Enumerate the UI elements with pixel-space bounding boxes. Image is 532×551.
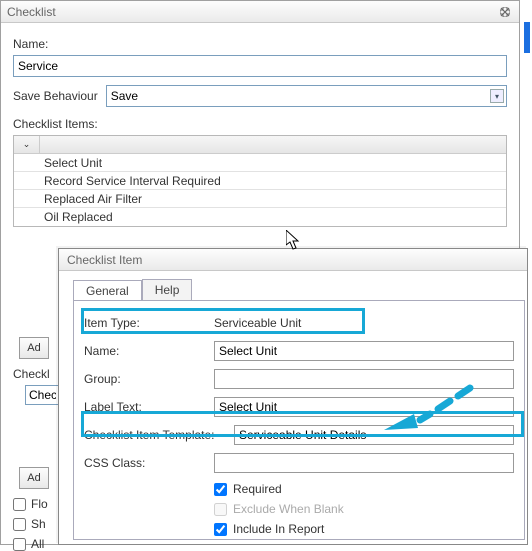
tab-help[interactable]: Help [142, 279, 193, 300]
grid-header: ⌄ [14, 136, 506, 154]
show-checkbox[interactable] [13, 518, 26, 531]
item-type-value: Serviceable Unit [214, 314, 514, 332]
list-item[interactable]: Replaced Air Filter [14, 190, 506, 208]
item-text: Replaced Air Filter [40, 192, 506, 206]
grid-rows: Select Unit Record Service Interval Requ… [14, 154, 506, 226]
allow-checkbox-row[interactable]: All [13, 537, 48, 551]
save-behaviour-select-wrap: ▾ [106, 85, 507, 107]
css-class-label: CSS Class: [84, 456, 214, 470]
expand-collapse-icon[interactable]: ⌄ [14, 136, 40, 153]
item-text: Select Unit [40, 156, 506, 170]
sub-name-input[interactable] [214, 341, 514, 361]
save-behaviour-row: Save Behaviour ▾ [13, 85, 507, 107]
label-text-input[interactable] [214, 397, 514, 417]
item-text: Oil Replaced [40, 210, 506, 224]
include-report-row[interactable]: Include In Report [214, 519, 514, 539]
settings-label: Checkl [13, 367, 50, 381]
css-class-row: CSS Class: [84, 451, 514, 475]
show-checkbox-row[interactable]: Sh [13, 517, 48, 531]
float-checkbox[interactable] [13, 498, 26, 511]
item-type-label: Item Type: [84, 316, 214, 330]
show-label: Sh [31, 517, 46, 531]
exclude-checkbox [214, 503, 227, 516]
exclude-row: Exclude When Blank [214, 499, 514, 519]
include-report-label: Include In Report [233, 522, 324, 536]
sub-titlebar: Checklist Item [59, 249, 527, 271]
template-input[interactable] [234, 425, 514, 445]
save-behaviour-select[interactable] [106, 85, 507, 107]
list-item[interactable]: Select Unit [14, 154, 506, 172]
name-row: Name: [84, 339, 514, 363]
allow-label: All [31, 537, 44, 551]
sub-title-text: Checklist Item [67, 253, 142, 267]
list-item[interactable]: Oil Replaced [14, 208, 506, 226]
secondary-add-button[interactable]: Ad [19, 467, 49, 489]
template-label: Checklist Item Template: [84, 428, 234, 442]
close-icon[interactable] [497, 4, 513, 20]
group-label: Group: [84, 372, 214, 386]
required-checkbox[interactable] [214, 483, 227, 496]
required-label: Required [233, 482, 282, 496]
add-button[interactable]: Ad [19, 337, 49, 359]
group-input[interactable] [214, 369, 514, 389]
include-report-checkbox[interactable] [214, 523, 227, 536]
float-label: Flo [31, 497, 48, 511]
item-type-row: Item Type: Serviceable Unit [84, 311, 514, 335]
tab-general[interactable]: General [73, 280, 142, 301]
label-text-label: Label Text: [84, 400, 214, 414]
required-row[interactable]: Required [214, 479, 514, 499]
group-row: Group: [84, 367, 514, 391]
tabstrip: General Help [73, 279, 527, 300]
checklist-items-grid[interactable]: ⌄ Select Unit Record Service Interval Re… [13, 135, 507, 227]
tab-panel-general: Item Type: Serviceable Unit Name: Group:… [73, 300, 525, 540]
allow-checkbox[interactable] [13, 538, 26, 551]
list-item[interactable]: Record Service Interval Required [14, 172, 506, 190]
label-text-row: Label Text: [84, 395, 514, 419]
titlebar: Checklist [1, 1, 519, 23]
right-edge-strip [524, 22, 530, 53]
checklist-item-window: Checklist Item General Help Item Type: S… [58, 248, 528, 545]
template-row: Checklist Item Template: [84, 423, 514, 447]
checklist-items-label: Checklist Items: [13, 117, 507, 131]
name-input[interactable] [13, 55, 507, 77]
chevron-down-icon[interactable]: ▾ [490, 89, 504, 103]
name-label: Name: [13, 37, 507, 51]
save-behaviour-label: Save Behaviour [13, 89, 98, 103]
window-title: Checklist [7, 5, 56, 19]
form-body: Name: Save Behaviour ▾ Checklist Items: … [1, 23, 519, 227]
sub-name-label: Name: [84, 344, 214, 358]
settings-dropdown[interactable] [25, 385, 60, 405]
css-class-input[interactable] [214, 453, 514, 473]
item-text: Record Service Interval Required [40, 174, 506, 188]
float-checkbox-row[interactable]: Flo [13, 497, 48, 511]
exclude-label: Exclude When Blank [233, 502, 344, 516]
